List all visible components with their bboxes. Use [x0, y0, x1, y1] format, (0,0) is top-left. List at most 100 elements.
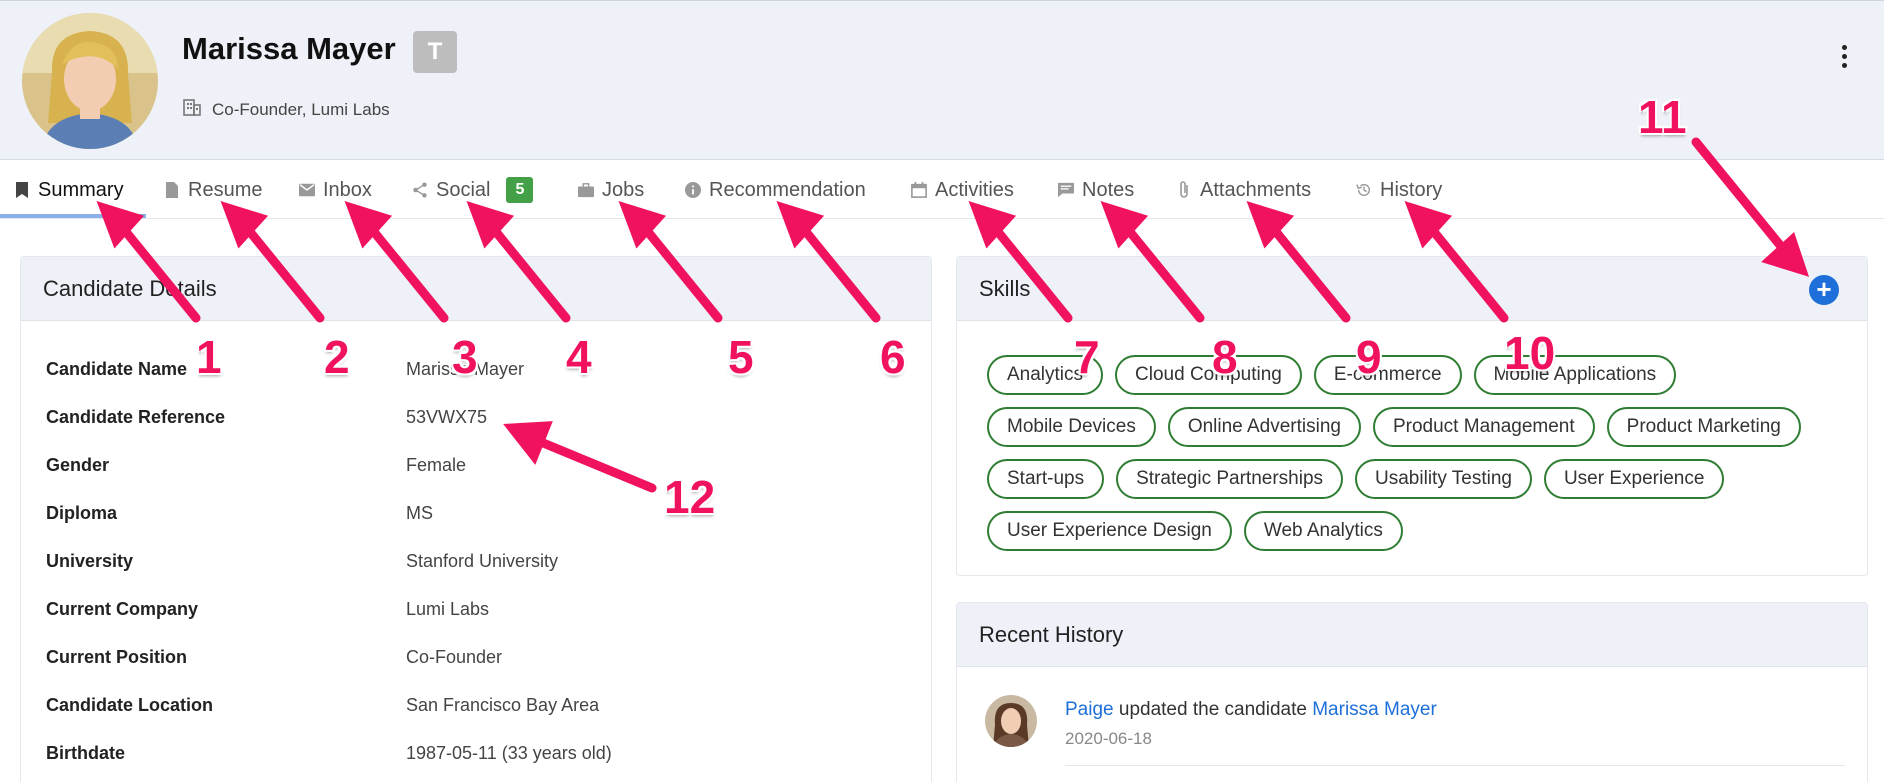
detail-row: Candidate Location San Francisco Bay Area — [46, 695, 599, 716]
detail-label: Candidate Name — [46, 359, 188, 379]
history-icon — [1356, 181, 1372, 199]
detail-row: Birthdate 1987-05-11 (33 years old) — [46, 743, 612, 764]
detail-row: Candidate Reference 53VWX75 — [46, 407, 487, 428]
tab-inbox-label: Inbox — [323, 178, 372, 201]
candidate-name-title: Marissa Mayer — [182, 31, 396, 66]
skill-chip[interactable]: Web Analytics — [1243, 511, 1403, 551]
tab-activities-label: Activities — [935, 178, 1014, 201]
skill-chip[interactable]: User Experience — [1543, 459, 1725, 499]
recent-history-card: Recent History Paige updated the candida… — [956, 602, 1868, 782]
candidate-details-title: Candidate Details — [21, 257, 931, 321]
annotation-number: 8 — [1212, 331, 1238, 383]
recent-history-title: Recent History — [957, 603, 1867, 667]
tab-notes[interactable]: Notes — [1058, 161, 1134, 219]
tab-recommendation[interactable]: Recommendation — [685, 161, 866, 219]
tab-history[interactable]: History — [1356, 161, 1442, 219]
active-tab-indicator — [0, 214, 146, 218]
tab-resume[interactable]: Resume — [164, 161, 262, 219]
tab-resume-label: Resume — [188, 178, 263, 201]
document-icon — [164, 181, 180, 199]
history-divider — [1065, 765, 1845, 766]
skill-chip[interactable]: User Experience Design — [987, 511, 1232, 551]
detail-row: Current Company Lumi Labs — [46, 599, 489, 620]
detail-row: Diploma MS — [46, 503, 433, 524]
detail-label: Candidate Location — [46, 695, 214, 715]
tab-activities[interactable]: Activities — [911, 161, 1014, 219]
tab-attachments[interactable]: Attachments — [1176, 161, 1311, 219]
briefcase-icon — [578, 181, 594, 199]
history-action-text: updated the candidate — [1113, 699, 1313, 720]
history-user-link[interactable]: Paige — [1065, 699, 1114, 720]
skill-chip[interactable]: Online Advertising — [1167, 407, 1361, 447]
detail-row: Current Position Co-Founder — [46, 647, 502, 668]
candidate-type-badge: T — [413, 31, 457, 73]
annotation-number: 2 — [324, 331, 350, 383]
skill-chip[interactable]: Product Management — [1372, 407, 1595, 447]
tab-history-label: History — [1380, 178, 1443, 201]
annotation-number: 11 — [1638, 91, 1687, 143]
detail-value: Female — [406, 455, 467, 475]
tab-summary[interactable]: Summary — [14, 161, 124, 219]
history-user-avatar — [985, 695, 1037, 747]
skills-title: Skills — [957, 257, 1867, 321]
tab-social[interactable]: Social 5 — [412, 161, 534, 219]
detail-label: Current Position — [46, 647, 188, 667]
skill-chip[interactable]: Cloud Computing — [1115, 355, 1302, 395]
detail-value: San Francisco Bay Area — [406, 695, 600, 715]
skill-chip[interactable]: Strategic Partnerships — [1116, 459, 1344, 499]
annotation-number: 10 — [1504, 327, 1556, 379]
info-icon — [685, 181, 701, 199]
detail-value: MS — [406, 503, 433, 523]
annotation-number: 9 — [1356, 331, 1382, 383]
profile-header: Marissa Mayer T Co-Founder, Lumi Labs — [0, 0, 1884, 160]
chat-icon — [1058, 181, 1074, 199]
annotation-number: 12 — [664, 471, 716, 523]
skill-chip[interactable]: E-commerce — [1313, 355, 1462, 395]
detail-value: Lumi Labs — [406, 599, 490, 619]
add-skill-button[interactable]: + — [1809, 275, 1839, 305]
more-vertical-icon[interactable] — [1832, 41, 1856, 71]
tab-recommendation-label: Recommendation — [709, 178, 866, 201]
detail-value: Stanford University — [406, 551, 559, 571]
detail-value: Co-Founder — [406, 647, 503, 667]
detail-value: 53VWX75 — [406, 407, 488, 427]
annotation-number: 6 — [880, 331, 906, 383]
candidate-subtitle: Co-Founder, Lumi Labs — [182, 97, 390, 122]
building-icon — [182, 97, 202, 122]
detail-value: 1987-05-11 (33 years old) — [406, 743, 612, 763]
skill-chip[interactable]: Usability Testing — [1355, 459, 1532, 499]
skill-chip[interactable]: Product Marketing — [1606, 407, 1801, 447]
detail-label: Diploma — [46, 503, 118, 523]
tab-notes-label: Notes — [1082, 178, 1135, 201]
tab-inbox[interactable]: Inbox — [299, 161, 372, 219]
calendar-icon — [911, 181, 927, 199]
social-count-badge: 5 — [506, 177, 534, 203]
annotation-number: 4 — [566, 331, 592, 383]
skill-chip[interactable]: Mobile Devices — [987, 407, 1156, 447]
history-date: 2020-06-18 — [1065, 729, 1152, 748]
candidate-subtitle-text: Co-Founder, Lumi Labs — [212, 99, 390, 119]
candidate-avatar — [22, 13, 158, 149]
tab-attachments-label: Attachments — [1200, 178, 1312, 201]
annotation-number: 7 — [1074, 331, 1100, 383]
detail-row: University Stanford University — [46, 551, 558, 572]
annotation-number: 5 — [728, 331, 754, 383]
detail-label: Birthdate — [46, 743, 126, 763]
paperclip-icon — [1176, 181, 1192, 199]
annotation-number: 3 — [452, 331, 478, 383]
history-entry: Paige updated the candidate Marissa Maye… — [1065, 699, 1437, 721]
profile-tabs: Summary Resume Inbox Social 5 Jobs Recom… — [0, 161, 1884, 219]
annotation-number: 1 — [196, 331, 222, 383]
envelope-icon — [299, 181, 315, 199]
tab-jobs[interactable]: Jobs — [578, 161, 644, 219]
tab-jobs-label: Jobs — [602, 178, 645, 201]
bookmark-icon — [14, 181, 30, 199]
skill-chip[interactable]: Start-ups — [987, 459, 1105, 499]
share-icon — [412, 181, 428, 199]
history-target-link[interactable]: Marissa Mayer — [1312, 699, 1437, 720]
skills-list: Analytics Cloud Computing E-commerce Mob… — [987, 355, 1847, 551]
detail-label: Current Company — [46, 599, 199, 619]
tab-social-label: Social — [436, 178, 491, 201]
skills-card: Skills + Analytics Cloud Computing E-com… — [956, 256, 1868, 576]
detail-row: Gender Female — [46, 455, 466, 476]
